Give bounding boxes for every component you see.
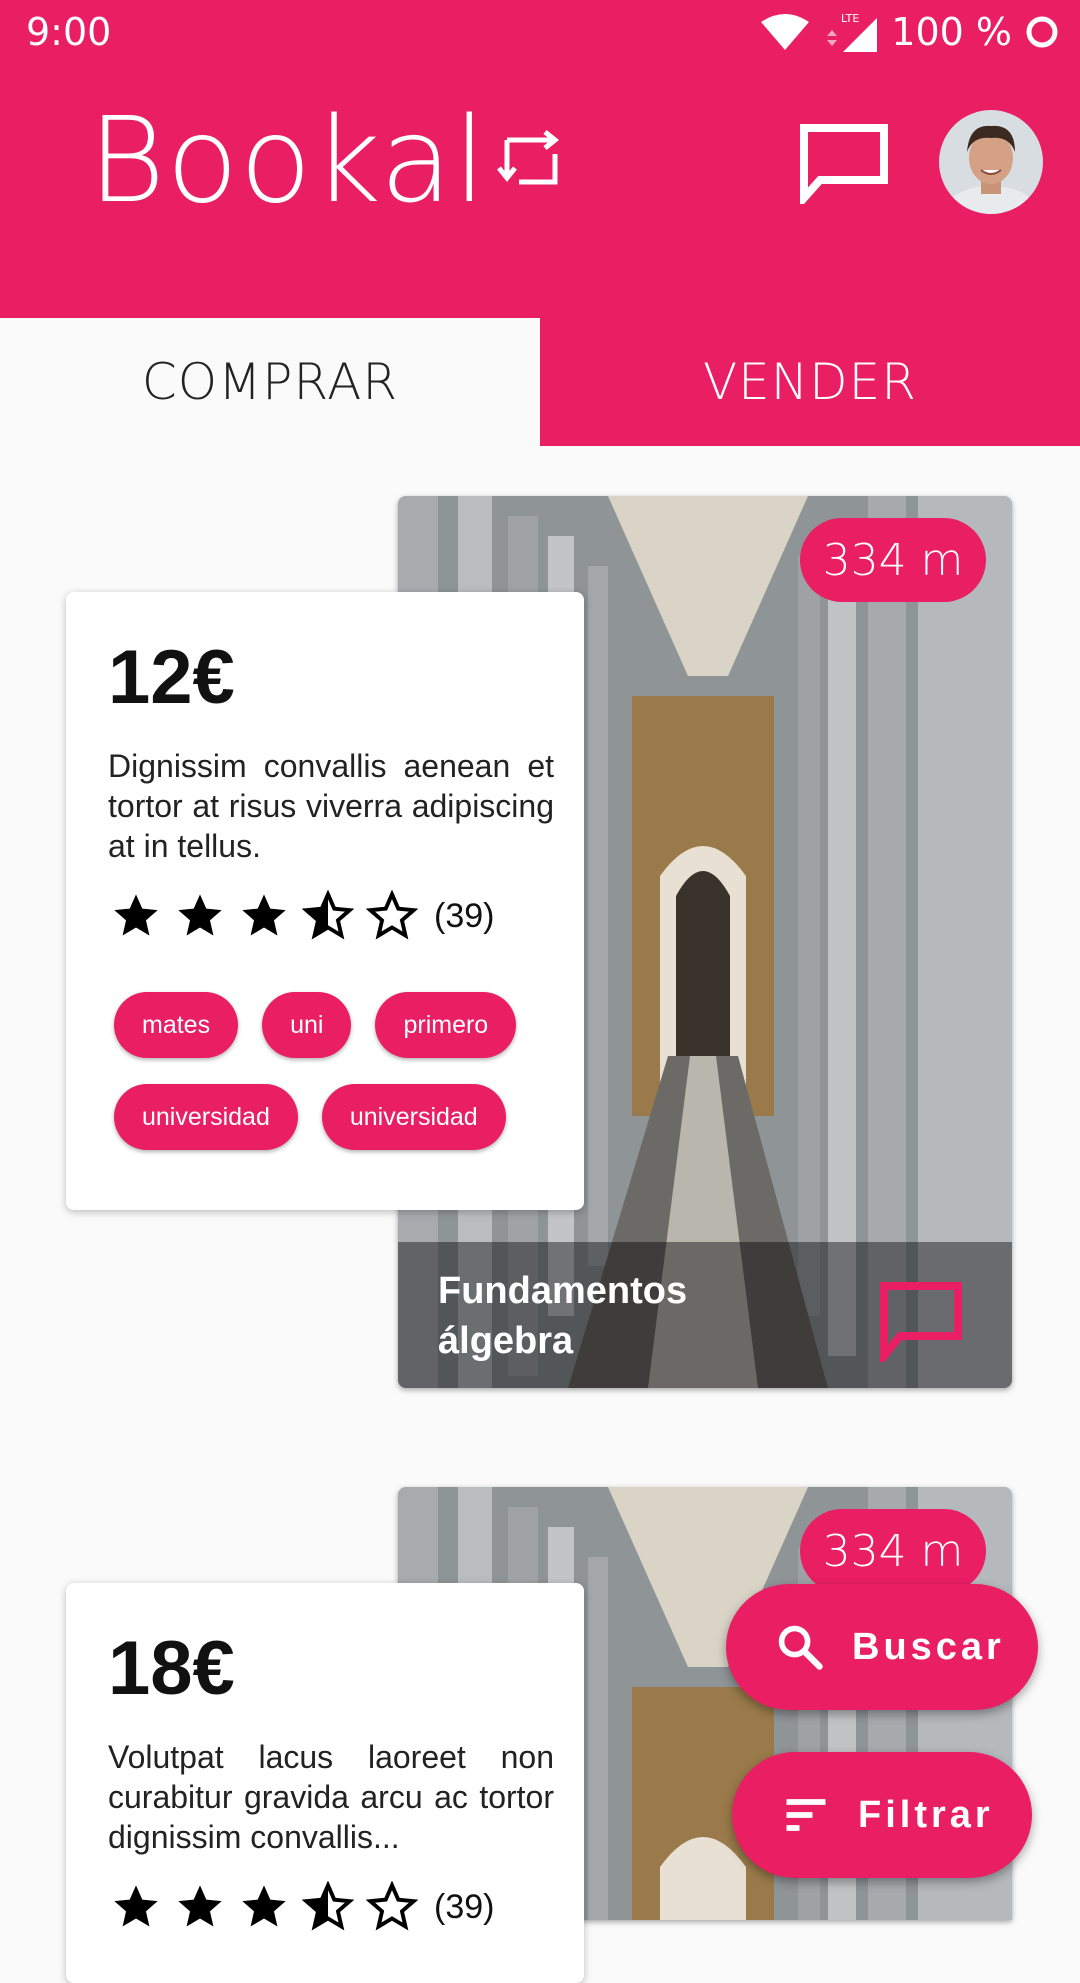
book-title: Fundamentos álgebra	[438, 1270, 688, 1362]
rating-count: (39)	[434, 1887, 495, 1926]
rating-count: (39)	[434, 896, 495, 935]
star-full-icon	[178, 894, 222, 936]
search-icon	[778, 1625, 823, 1670]
chat-icon	[880, 1282, 962, 1362]
user-avatar[interactable]	[939, 110, 1043, 214]
tab-vender[interactable]: VENDER	[540, 318, 1080, 446]
status-time: 9:00	[26, 10, 112, 54]
battery-ring-icon	[1026, 16, 1058, 48]
status-icons: LTE 100 %	[759, 8, 1060, 56]
svg-text:LTE: LTE	[841, 12, 859, 25]
rating-stars: (39)	[110, 1881, 494, 1933]
star-half-icon	[302, 1881, 354, 1931]
book-price: 18€	[108, 1626, 235, 1711]
filter-button[interactable]: Filtrar	[732, 1752, 1032, 1878]
tag-chip[interactable]: mates	[114, 992, 239, 1058]
app-logo: Bookal	[88, 91, 565, 229]
star-full-icon	[114, 894, 158, 936]
battery-text: 100 %	[891, 10, 1012, 54]
messages-button[interactable]	[798, 122, 890, 209]
lte-signal-icon: LTE	[827, 12, 878, 52]
tag-chip[interactable]: uni	[262, 992, 352, 1058]
star-full-icon	[114, 1885, 158, 1927]
book-info-card[interactable]: 12€ Dignissim convallis aenean et tortor…	[66, 592, 584, 1210]
filter-sort-icon	[786, 1799, 826, 1831]
star-empty-icon	[366, 1881, 418, 1931]
swap-arrows-icon	[497, 130, 560, 185]
status-bar: 9:00 LTE 100 %	[0, 0, 1080, 64]
distance-badge: 334 m	[800, 518, 986, 602]
contact-seller-button[interactable]	[878, 1280, 964, 1362]
logo-text: Bookal	[88, 91, 488, 229]
filter-button-label: Filtrar	[858, 1793, 994, 1836]
tag-chip[interactable]: universidad	[114, 1084, 298, 1150]
search-button-label: Buscar	[852, 1625, 1005, 1668]
star-half-icon	[302, 890, 354, 940]
star-full-icon	[242, 894, 286, 936]
book-description: Volutpat lacus laoreet non curabitur gra…	[108, 1739, 554, 1855]
tab-comprar[interactable]: COMPRAR	[0, 318, 540, 446]
star-full-icon	[178, 1885, 222, 1927]
book-price: 12€	[108, 635, 235, 720]
search-button[interactable]: Buscar	[726, 1584, 1038, 1710]
app-header: 9:00 LTE 100 % Bookal	[0, 0, 1080, 318]
book-caption-bar: Fundamentos álgebra	[398, 1242, 1012, 1388]
tag-chip[interactable]: primero	[375, 992, 517, 1058]
book-info-card[interactable]: 18€ Volutpat lacus laoreet non curabitur…	[66, 1583, 584, 1983]
distance-badge: 334 m	[800, 1509, 986, 1593]
star-full-icon	[242, 1885, 286, 1927]
tag-list: mates uni primero universidad universida…	[114, 992, 554, 1150]
rating-stars: (39)	[110, 890, 494, 942]
star-empty-icon	[366, 890, 418, 940]
book-description: Dignissim convallis aenean et tortor at …	[108, 748, 554, 864]
avatar-photo	[939, 110, 1043, 214]
tag-chip[interactable]: universidad	[321, 1084, 506, 1150]
wifi-icon	[761, 14, 810, 50]
chat-icon	[800, 124, 888, 209]
